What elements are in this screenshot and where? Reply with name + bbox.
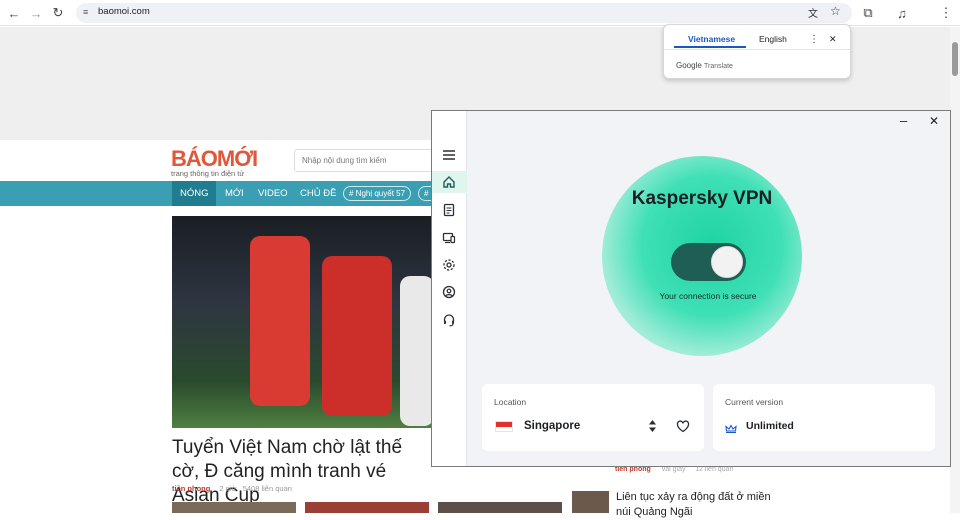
nav-item-hot[interactable]: NÓNG <box>180 188 209 199</box>
browser-menu-icon[interactable]: ⋮ <box>936 3 956 23</box>
toggle-knob <box>711 246 743 278</box>
reload-button[interactable]: ↻ <box>48 3 68 23</box>
nav-tag-2[interactable]: # <box>418 186 432 201</box>
nav-tag-1[interactable]: # Nghị quyết 57 <box>343 186 412 201</box>
active-tab-indicator <box>674 46 746 48</box>
page-scrollbar[interactable] <box>950 27 960 513</box>
support-headset-icon[interactable] <box>440 311 458 329</box>
media-control-icon[interactable]: ♫ <box>892 3 912 23</box>
site-tagline: trang thông tin điện tử <box>171 169 245 178</box>
kaspersky-vpn-window: – ✕ Kaspersky VPN Your connection is sec… <box>431 110 951 467</box>
hero-headline[interactable]: Tuyển Việt Nam chờ lật thế cờ, Đ căng mì… <box>172 436 432 508</box>
nav-item-topics[interactable]: CHỦ ĐỀ <box>300 188 336 199</box>
close-icon[interactable]: ✕ <box>829 34 837 45</box>
divider <box>664 49 850 50</box>
settings-gear-icon[interactable] <box>440 256 458 274</box>
player-figure <box>250 236 310 406</box>
location-label: Location <box>494 397 527 407</box>
url-text: baomoi.com <box>98 6 150 17</box>
translate-icon[interactable]: 文 <box>808 5 818 20</box>
article-thumbnail[interactable] <box>438 502 562 513</box>
nav-item-new[interactable]: MỚI <box>225 188 244 199</box>
source-logo[interactable]: tiền phong <box>172 484 210 493</box>
site-search-input[interactable]: Nhập nội dung tìm kiếm <box>294 149 434 172</box>
article-thumbnail[interactable] <box>172 502 296 513</box>
nav-item-video[interactable]: VIDEO <box>258 188 288 199</box>
brand-translate: Translate <box>704 63 733 70</box>
more-options-icon[interactable]: ⋮ <box>809 34 819 45</box>
version-value: Unlimited <box>746 420 794 432</box>
side-article-headline[interactable]: Liên tục xảy ra động đất ở miền núi Quản… <box>616 490 786 520</box>
home-icon[interactable] <box>440 173 458 191</box>
browser-toolbar: ← → ↻ ≡ baomoi.com 文 ☆ ⧉ ♫ ⋮ <box>0 0 960 26</box>
article-related[interactable]: 12 liên quan <box>695 466 733 473</box>
forward-button[interactable]: → <box>26 3 46 23</box>
article-thumbnail[interactable] <box>305 502 429 513</box>
address-bar[interactable]: ≡ baomoi.com 文 ☆ <box>76 3 852 23</box>
article-meta: tiền phong 2 giờ 5408 liên quan <box>172 484 292 493</box>
google-translate-brand: Google Translate <box>676 61 733 70</box>
hero-image[interactable] <box>172 216 432 428</box>
brand-google: Google <box>676 61 702 70</box>
location-chevrons-icon[interactable] <box>648 418 657 439</box>
vpn-connect-toggle[interactable] <box>671 243 746 281</box>
hamburger-menu-icon[interactable] <box>440 146 458 164</box>
minimize-button[interactable]: – <box>900 113 907 128</box>
vpn-title: Kaspersky VPN <box>631 188 773 209</box>
site-info-icon[interactable]: ≡ <box>83 7 88 17</box>
article-related[interactable]: 5408 liên quan <box>243 484 292 493</box>
crown-icon <box>725 421 737 439</box>
side-article-thumbnail[interactable] <box>572 491 609 513</box>
player-figure <box>322 256 392 416</box>
location-card[interactable]: Location Singapore <box>482 384 704 451</box>
singapore-flag-icon <box>495 421 513 432</box>
favorite-heart-icon[interactable] <box>676 420 690 438</box>
extensions-icon[interactable]: ⧉ <box>858 3 878 23</box>
devices-icon[interactable] <box>440 229 458 247</box>
side-article-meta: tiền phong vài giây 12 liên quan <box>615 466 733 473</box>
tab-english[interactable]: English <box>759 34 787 44</box>
translate-popup: Vietnamese English ⋮ ✕ Google Translate <box>663 24 851 79</box>
vpn-sidebar <box>432 111 467 466</box>
search-placeholder: Nhập nội dung tìm kiếm <box>302 156 387 165</box>
back-button[interactable]: ← <box>4 3 24 23</box>
account-icon[interactable] <box>440 283 458 301</box>
version-label: Current version <box>725 397 784 407</box>
player-figure <box>400 276 432 426</box>
close-button[interactable]: ✕ <box>929 114 939 128</box>
scrollbar-thumb[interactable] <box>952 42 958 76</box>
location-value: Singapore <box>524 420 581 432</box>
bookmark-star-icon[interactable]: ☆ <box>830 4 841 18</box>
article-time: 2 giờ <box>219 484 237 493</box>
tab-vietnamese[interactable]: Vietnamese <box>688 34 735 44</box>
connection-status: Your connection is secure <box>659 291 757 301</box>
article-time: vài giây <box>661 466 686 473</box>
reports-icon[interactable] <box>440 201 458 219</box>
source-logo[interactable]: tiền phong <box>615 466 651 473</box>
version-card: Current version Unlimited <box>713 384 935 451</box>
